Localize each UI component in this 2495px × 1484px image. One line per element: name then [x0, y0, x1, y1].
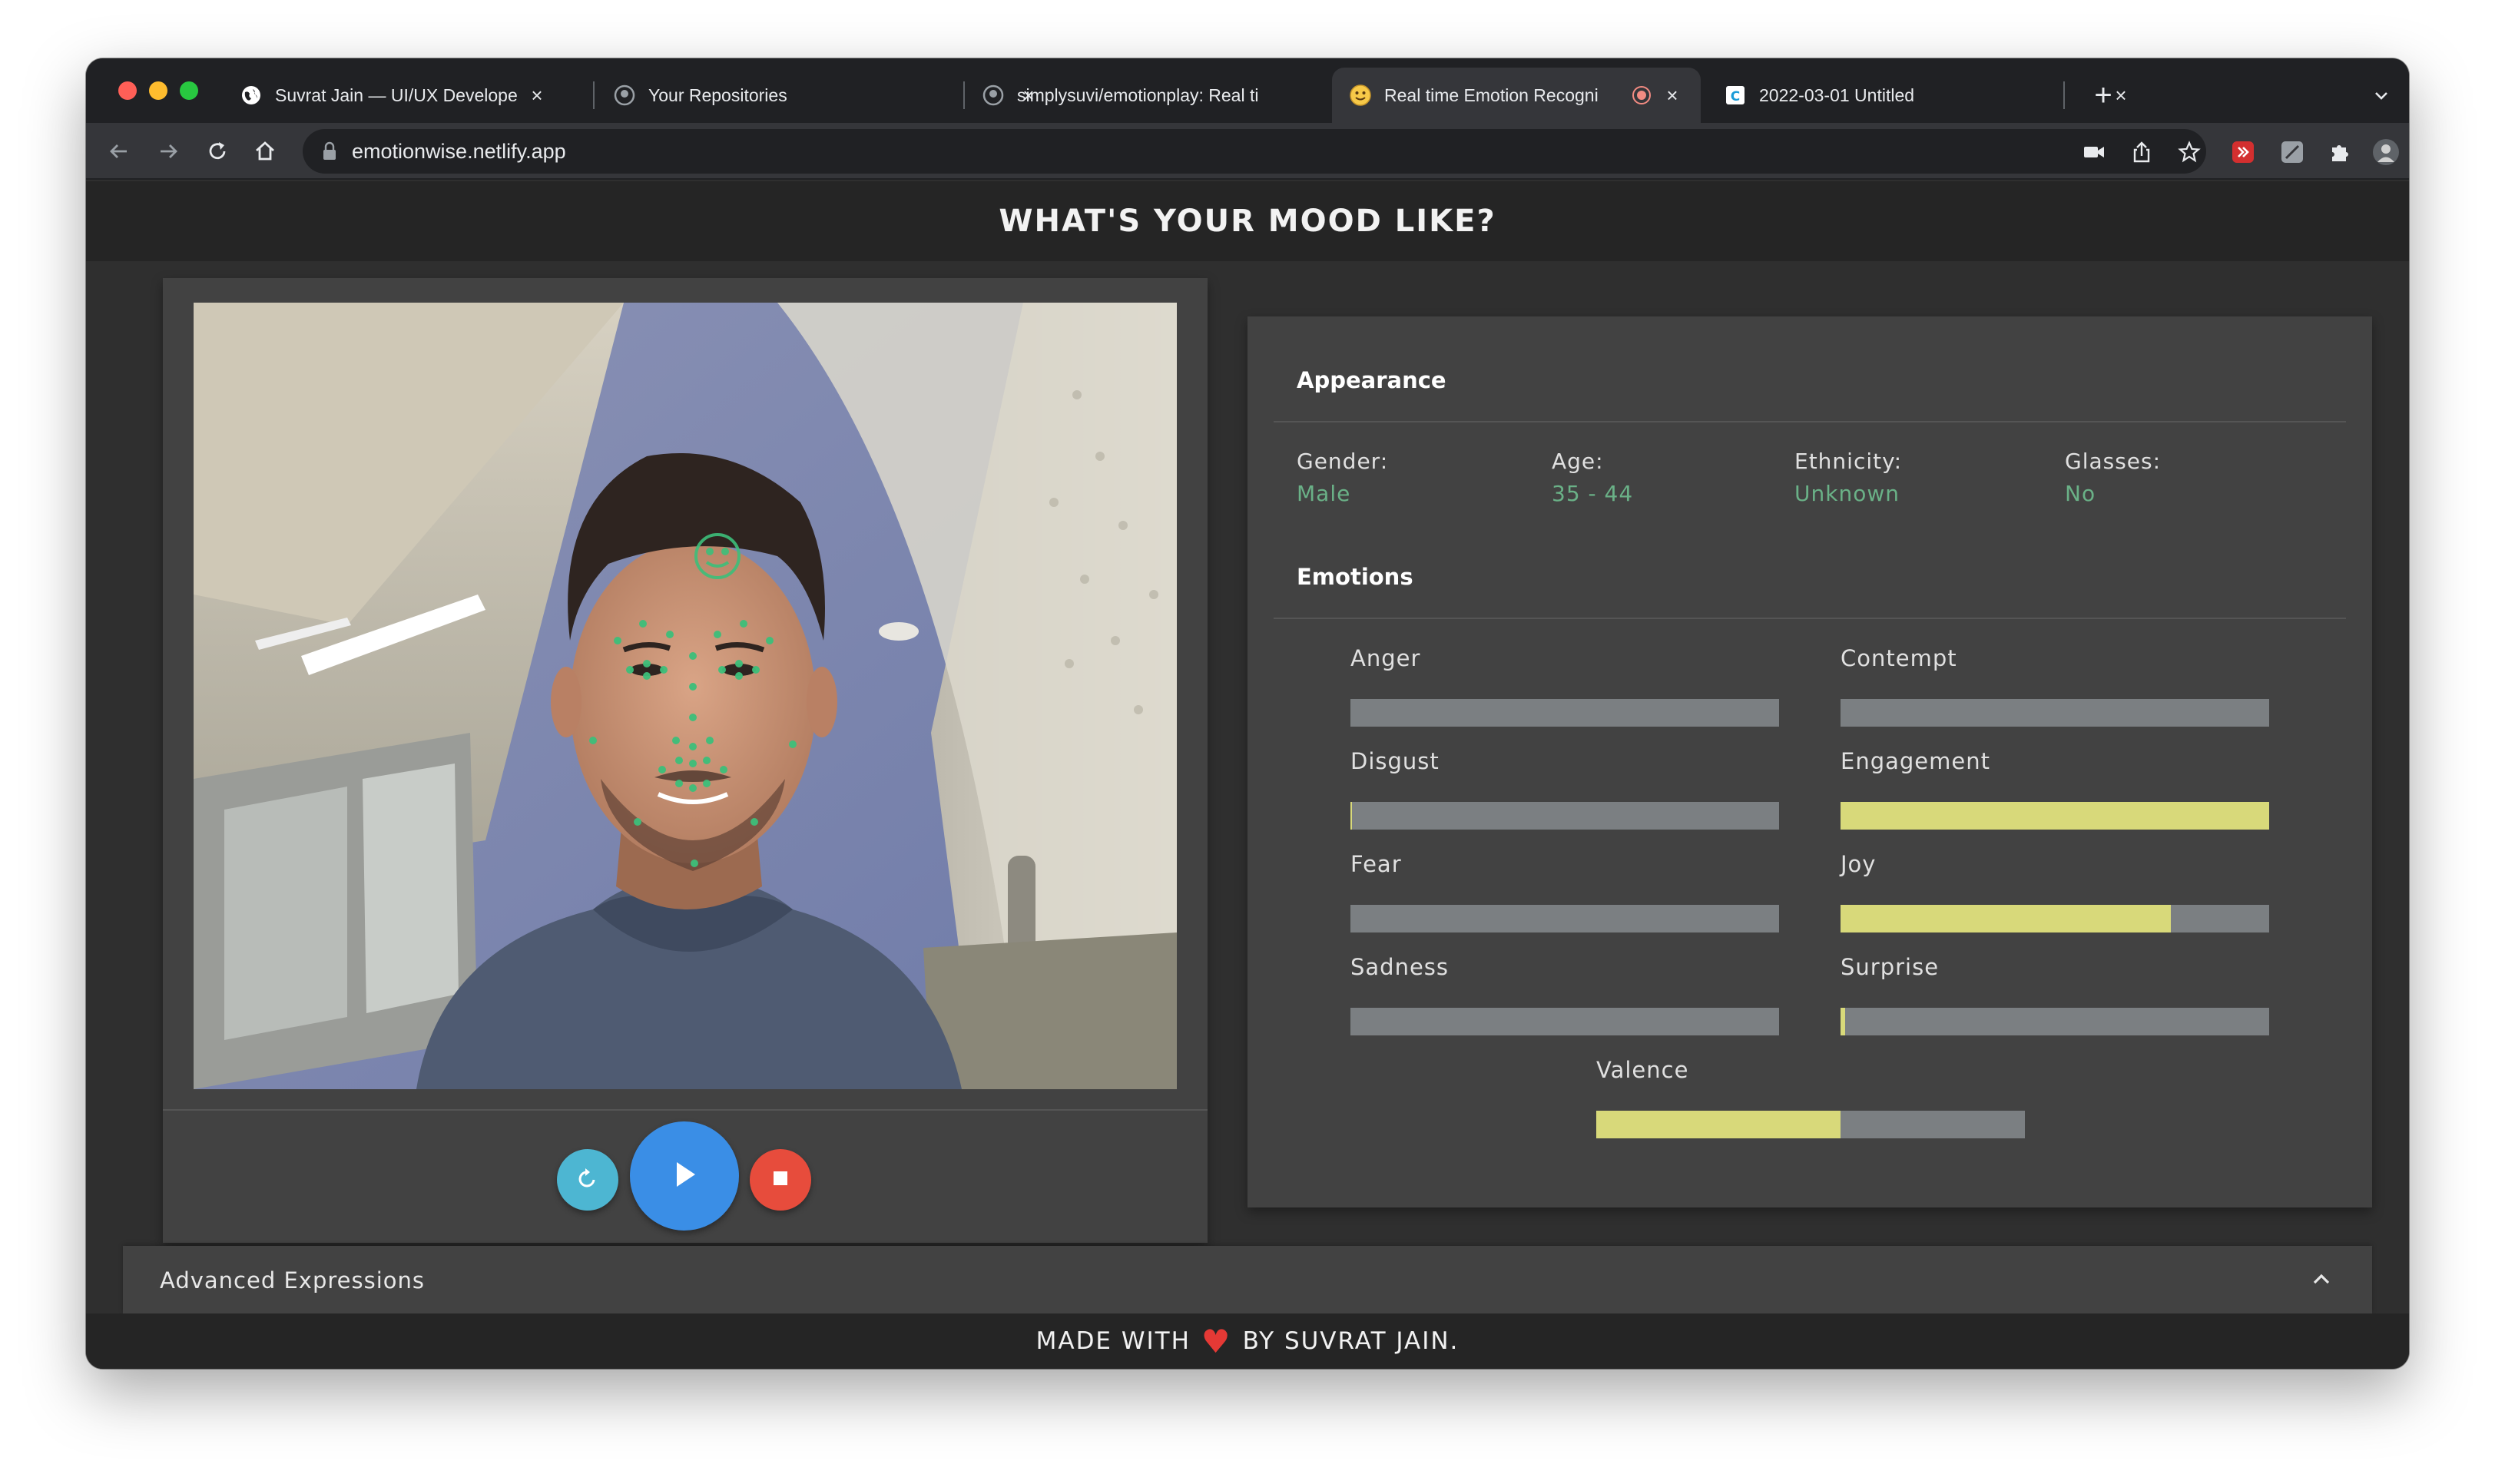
bookmark-star-icon[interactable] [2175, 138, 2203, 166]
reset-icon [574, 1164, 601, 1196]
bar-fill [1596, 1111, 1841, 1138]
tab-portfolio[interactable]: Suvrat Jain — UI/UX Developer × [223, 68, 565, 123]
divider [1274, 421, 2346, 422]
close-tab-icon[interactable]: × [1661, 84, 1684, 107]
valence-label: Valence [1596, 1057, 1689, 1083]
valence-bar [1596, 1111, 2025, 1138]
recording-icon [1630, 84, 1653, 107]
divider [1274, 618, 2346, 619]
emotion-bar-contempt [1841, 699, 2269, 727]
camera-indicator-icon[interactable] [2080, 138, 2108, 166]
emotion-label-anger: Anger [1350, 645, 1421, 671]
webcam-video [194, 303, 1177, 1089]
extension-red-icon[interactable] [2228, 137, 2258, 167]
emotion-label-contempt: Contempt [1841, 645, 1957, 671]
tab-title: simplysuvi/emotionplay: Real ti [1017, 84, 1259, 105]
close-window-button[interactable] [118, 81, 137, 100]
bar-fill [1841, 905, 2171, 932]
gender-label: Gender: [1297, 449, 1389, 474]
tab-search-chevron-icon[interactable] [2363, 77, 2400, 114]
emotion-bar-disgust [1350, 802, 1779, 830]
tab-separator [2063, 81, 2065, 109]
extension-gray-icon[interactable] [2277, 137, 2308, 167]
forward-arrow-icon[interactable] [149, 132, 187, 171]
reload-icon[interactable] [198, 132, 237, 171]
page-title: WHAT'S YOUR MOOD LIKE? [999, 204, 1496, 239]
camera-panel [163, 278, 1208, 1243]
ethnicity-label: Ethnicity: [1794, 449, 1903, 474]
heart-icon: ♥ [1201, 1322, 1232, 1360]
back-arrow-icon[interactable] [100, 132, 138, 171]
tab-strip: Suvrat Jain — UI/UX Developer × Your Rep… [86, 58, 2409, 123]
tab-separator [593, 81, 595, 109]
emoji-icon [1349, 84, 1372, 107]
footer-text-end: BY SUVRAT JAIN. [1242, 1327, 1460, 1355]
page-content: WHAT'S YOUR MOOD LIKE? Appearance Gender… [86, 181, 2409, 1369]
stop-icon [771, 1169, 790, 1191]
tab-title: Suvrat Jain — UI/UX Developer [275, 84, 518, 105]
emotion-bar-joy [1841, 905, 2269, 932]
bar-fill [1841, 802, 2269, 830]
tab-emotion-recognition[interactable]: Real time Emotion Recogni × [1332, 68, 1701, 123]
share-icon[interactable] [2128, 138, 2155, 166]
emotion-bar-fear [1350, 905, 1779, 932]
appearance-heading: Appearance [1297, 367, 1446, 393]
emotion-label-fear: Fear [1350, 851, 1402, 877]
home-icon[interactable] [246, 132, 284, 171]
lock-icon[interactable] [321, 141, 338, 165]
emotion-label-engagement: Engagement [1841, 748, 1990, 774]
tab-title: 2022-03-01 Untitled [1759, 84, 1915, 105]
bar-fill [1841, 1008, 1845, 1035]
browser-window: Suvrat Jain — UI/UX Developer × Your Rep… [86, 58, 2409, 1369]
github-icon [982, 84, 1005, 107]
svg-text:C: C [1731, 89, 1740, 104]
footer: MADE WITH ♥ BY SUVRAT JAIN. [86, 1313, 2409, 1369]
chevron-up-icon[interactable] [2308, 1266, 2335, 1294]
analysis-panel: Appearance Gender: Male Age: 35 - 44 Eth… [1248, 316, 2372, 1207]
close-tab-icon[interactable]: × [525, 84, 548, 107]
glasses-label: Glasses: [2065, 449, 2162, 474]
emotion-bar-surprise [1841, 1008, 2269, 1035]
emotions-heading: Emotions [1297, 564, 1413, 590]
ethnicity-value: Unknown [1794, 481, 1900, 506]
page-header: WHAT'S YOUR MOOD LIKE? [86, 181, 2409, 261]
emotion-bar-engagement [1841, 802, 2269, 830]
play-icon [668, 1158, 701, 1195]
browser-toolbar: emotionwise.netlify.app [86, 123, 2409, 180]
emotion-label-surprise: Surprise [1841, 954, 1940, 980]
extensions-puzzle-icon[interactable] [2324, 137, 2355, 167]
advanced-expressions-label: Advanced Expressions [160, 1267, 425, 1294]
emotion-bar-anger [1350, 699, 1779, 727]
glasses-value: No [2065, 481, 2096, 506]
github-icon [613, 84, 636, 107]
play-button[interactable] [630, 1121, 739, 1231]
footer-text-start: MADE WITH [1035, 1327, 1191, 1355]
emotion-label-sadness: Sadness [1350, 954, 1450, 980]
emotion-label-disgust: Disgust [1350, 748, 1440, 774]
new-tab-button[interactable]: + [2082, 74, 2125, 117]
bar-fill [1350, 802, 1353, 830]
emotion-label-joy: Joy [1841, 851, 1877, 877]
tab-title: Your Repositories [648, 84, 787, 105]
advanced-expressions-accordion[interactable]: Advanced Expressions [123, 1246, 2372, 1313]
doc-icon: C [1724, 84, 1747, 107]
stop-button[interactable] [750, 1149, 811, 1211]
reset-button[interactable] [557, 1149, 618, 1211]
url-text[interactable]: emotionwise.netlify.app [352, 140, 566, 164]
globe-icon [240, 84, 263, 107]
address-bar[interactable]: emotionwise.netlify.app [303, 129, 2206, 174]
maximize-window-button[interactable] [180, 81, 198, 100]
video-controls [163, 1109, 1208, 1243]
tab-title: Real time Emotion Recogni [1384, 84, 1599, 105]
minimize-window-button[interactable] [149, 81, 167, 100]
profile-avatar[interactable] [2371, 137, 2401, 167]
age-label: Age: [1552, 449, 1604, 474]
gender-value: Male [1297, 481, 1351, 506]
emotion-bar-sadness [1350, 1008, 1779, 1035]
age-value: 35 - 44 [1552, 481, 1634, 506]
